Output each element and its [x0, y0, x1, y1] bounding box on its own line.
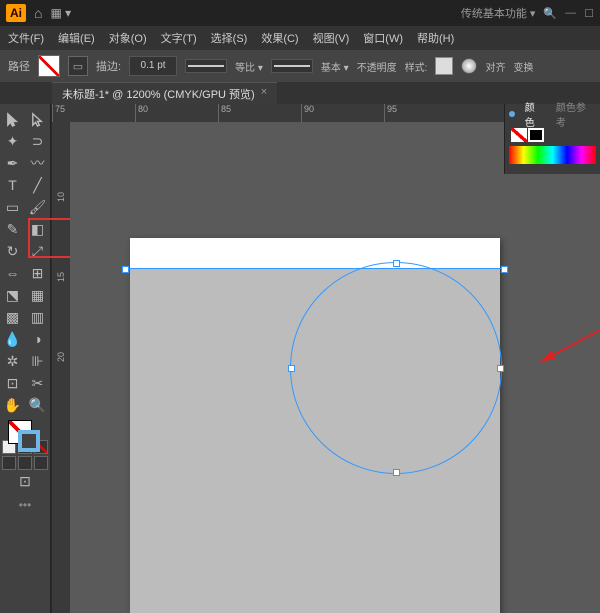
zoom-tool[interactable]: 🔍 — [25, 394, 50, 416]
brush-tool[interactable]: 🖌 — [25, 196, 50, 218]
tab-color-guide[interactable]: 颜色参考 — [550, 99, 600, 129]
slice-tool[interactable]: ✂ — [25, 372, 50, 394]
direct-select-tool[interactable] — [25, 108, 50, 130]
eyedropper-tool[interactable]: 💧 — [0, 328, 25, 350]
brush-def[interactable] — [185, 59, 227, 73]
panel-indicator-icon — [509, 111, 515, 117]
annotation-arrow — [530, 317, 600, 377]
anchor-point[interactable] — [393, 260, 400, 267]
eraser-tool[interactable]: ◧ — [25, 218, 50, 240]
draw-normal[interactable] — [2, 456, 16, 470]
menu-select[interactable]: 选择(S) — [211, 30, 248, 46]
menu-window[interactable]: 窗口(W) — [363, 30, 403, 46]
graph-tool[interactable]: ⊪ — [25, 350, 50, 372]
panel-fill-swatch[interactable] — [511, 128, 527, 142]
anchor-point[interactable] — [288, 365, 295, 372]
panel-stroke-swatch[interactable] — [528, 128, 544, 142]
home-icon[interactable]: ⌂ — [34, 5, 42, 21]
line-tool[interactable]: ╱ — [25, 174, 50, 196]
gradient-tool[interactable]: ▥ — [25, 306, 50, 328]
brush-dd[interactable]: 基本 ▾ — [321, 59, 349, 74]
draw-behind[interactable] — [18, 456, 32, 470]
profile-dd[interactable]: 等比 ▾ — [235, 59, 263, 74]
blend-tool[interactable]: ◑ — [25, 328, 50, 350]
transform-link[interactable]: 变换 — [513, 59, 533, 74]
opacity-label[interactable]: 不透明度 — [357, 59, 397, 74]
fill-swatch[interactable] — [38, 55, 60, 77]
width-tool[interactable]: ⇔ — [0, 262, 25, 284]
ruler-vertical: 101520 — [52, 122, 71, 613]
tab-color[interactable]: 颜色 — [519, 99, 550, 129]
type-tool[interactable]: T — [0, 174, 25, 196]
magic-wand-tool[interactable]: ✦ — [0, 130, 25, 152]
recolor-icon[interactable] — [461, 58, 477, 74]
pen-tool[interactable]: ✒ — [0, 152, 25, 174]
selected-ellipse — [290, 262, 502, 474]
menu-edit[interactable]: 编辑(E) — [58, 30, 95, 46]
menu-file[interactable]: 文件(F) — [8, 30, 44, 46]
ai-logo: Ai — [6, 4, 26, 22]
menu-object[interactable]: 对象(O) — [109, 30, 147, 46]
menu-help[interactable]: 帮助(H) — [417, 30, 454, 46]
menu-view[interactable]: 视图(V) — [313, 30, 350, 46]
edit-toolbar[interactable]: ••• — [0, 498, 50, 512]
artboard-tool[interactable]: ⊡ — [0, 372, 25, 394]
workspace-switcher[interactable]: 传统基本功能 ▾ — [461, 5, 536, 21]
shaper-tool[interactable]: ✎ — [0, 218, 25, 240]
maximize-icon[interactable]: ☐ — [584, 7, 594, 20]
canvas[interactable] — [70, 122, 600, 613]
perspective-tool[interactable]: ▦ — [25, 284, 50, 306]
close-tab-icon[interactable]: × — [261, 86, 267, 102]
layout-icon[interactable]: ▦ ▾ — [50, 6, 71, 20]
stroke-label: 描边: — [96, 58, 121, 74]
rotate-tool[interactable]: ↻ — [0, 240, 25, 262]
hand-tool[interactable]: ✋ — [0, 394, 25, 416]
free-transform-tool[interactable]: ⊞ — [25, 262, 50, 284]
style-label: 样式: — [405, 59, 428, 74]
shape-builder-tool[interactable]: ⬔ — [0, 284, 25, 306]
selection-tool[interactable] — [0, 108, 25, 130]
white-rectangle-object — [130, 238, 500, 268]
menu-type[interactable]: 文字(T) — [161, 30, 197, 46]
toolbox: ✦⊃ ✒〰 T╱ ▭🖌 ✎◧ ↻⤢ ⇔⊞ ⬔▦ ▩▥ 💧◑ ✲⊪ ⊡✂ ✋🔍 ⊡… — [0, 104, 51, 613]
stroke-weight-input[interactable]: 0.1 pt — [129, 56, 177, 76]
color-spectrum[interactable] — [509, 146, 596, 164]
stroke-swatch[interactable]: ▭ — [68, 56, 88, 76]
brush-style[interactable] — [271, 59, 313, 73]
anchor-point[interactable] — [497, 365, 504, 372]
minimize-icon[interactable]: — — [565, 7, 576, 20]
selected-path — [125, 268, 505, 270]
symbol-tool[interactable]: ✲ — [0, 350, 25, 372]
screen-mode[interactable]: ⊡ — [0, 470, 50, 492]
draw-inside[interactable] — [34, 456, 48, 470]
document-name: 未标题-1* @ 1200% (CMYK/GPU 预览) — [62, 86, 255, 102]
ruler-horizontal: 7580859095 — [52, 104, 510, 123]
document-tab[interactable]: 未标题-1* @ 1200% (CMYK/GPU 预览) × — [52, 82, 277, 105]
scale-tool[interactable]: ⤢ — [25, 240, 50, 262]
align-link[interactable]: 对齐 — [485, 59, 505, 74]
fill-stroke-swatch[interactable] — [0, 416, 50, 456]
mesh-tool[interactable]: ▩ — [0, 306, 25, 328]
lasso-tool[interactable]: ⊃ — [25, 130, 50, 152]
color-panel[interactable]: 颜色 颜色参考 — [504, 104, 600, 174]
style-swatch[interactable] — [435, 57, 453, 75]
menu-effect[interactable]: 效果(C) — [261, 30, 298, 46]
anchor-point[interactable] — [393, 469, 400, 476]
selection-type: 路径 — [8, 58, 30, 74]
curvature-tool[interactable]: 〰 — [25, 152, 50, 174]
rectangle-tool[interactable]: ▭ — [0, 196, 25, 218]
search-icon[interactable]: 🔍 — [543, 7, 557, 20]
